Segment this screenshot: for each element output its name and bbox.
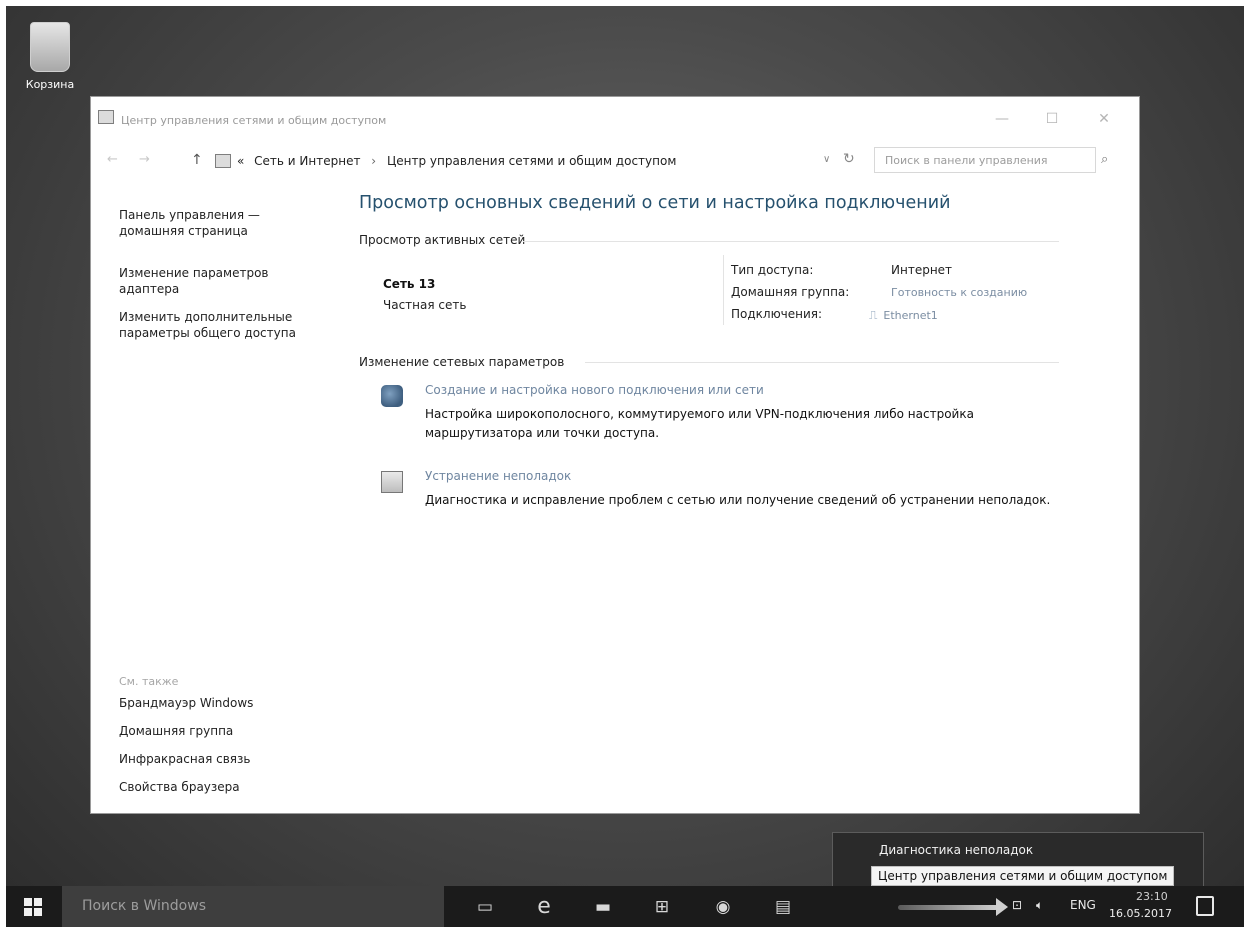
- network-divider: [723, 255, 724, 325]
- sidebar-link-adapter[interactable]: Изменение параметров адаптера: [119, 265, 269, 297]
- forward-arrow-icon[interactable]: →: [139, 152, 150, 167]
- homegroup-link[interactable]: Готовность к созданию: [891, 286, 1027, 299]
- breadcrumb-network-internet[interactable]: Сеть и Интернет: [254, 154, 360, 168]
- recycle-bin-icon: [30, 22, 70, 72]
- see-also-firewall[interactable]: Брандмауэр Windows: [119, 695, 253, 711]
- breadcrumb-separator: ›: [371, 154, 377, 168]
- access-type-label: Тип доступа:: [731, 263, 814, 277]
- sidebar-link-sharing-line1: Изменить дополнительные: [119, 310, 293, 324]
- breadcrumb-overflow[interactable]: «: [237, 154, 244, 168]
- new-connection-description: Настройка широкополосного, коммутируемог…: [425, 407, 974, 440]
- network-tray-icon[interactable]: ⊡: [1012, 898, 1022, 912]
- menu-item-diagnose[interactable]: Диагностика неполадок: [879, 843, 1033, 857]
- section-divider: [523, 241, 1059, 242]
- breadcrumb: « Сеть и Интернет › Центр управления сет…: [237, 154, 676, 168]
- language-indicator[interactable]: ENG: [1070, 898, 1096, 912]
- refresh-icon[interactable]: ↻: [843, 151, 855, 167]
- taskbar: Поиск в Windows ▭ e ▬ ⊞ ◉ ▤ ⊡ 🔈︎ ENG 23:…: [6, 886, 1244, 927]
- see-also-infrared[interactable]: Инфракрасная связь: [119, 751, 250, 767]
- back-arrow-icon[interactable]: ←: [107, 152, 118, 167]
- recycle-bin-label: Корзина: [25, 78, 75, 91]
- window-title: Центр управления сетями и общим доступом: [121, 114, 387, 127]
- see-also-browser-properties[interactable]: Свойства браузера: [119, 779, 240, 795]
- change-settings-header: Изменение сетевых параметров: [359, 355, 565, 369]
- network-setup-icon: [381, 385, 403, 407]
- control-panel-window: Центр управления сетями и общим доступом…: [90, 96, 1140, 814]
- close-button[interactable]: ✕: [1089, 109, 1119, 129]
- taskbar-search-placeholder: Поиск в Windows: [82, 898, 206, 914]
- task-view-icon[interactable]: ▭: [474, 896, 496, 918]
- store-icon[interactable]: ⊞: [651, 896, 673, 918]
- address-dropdown-icon[interactable]: ∨: [823, 154, 830, 165]
- network-name: Сеть 13: [383, 277, 436, 291]
- control-panel-icon: [215, 154, 231, 168]
- sidebar-link-sharing-line2: параметры общего доступа: [119, 326, 296, 340]
- homegroup-label: Домашняя группа:: [731, 285, 850, 299]
- file-explorer-icon[interactable]: ▬: [592, 896, 614, 918]
- chrome-icon[interactable]: ◉: [712, 896, 734, 918]
- taskbar-search-input[interactable]: Поиск в Windows: [62, 886, 444, 927]
- desktop: Корзина Центр управления сетями и общим …: [6, 6, 1244, 927]
- see-also-header: См. также: [119, 675, 179, 688]
- active-networks-header: Просмотр активных сетей: [359, 233, 526, 247]
- app-window-icon[interactable]: ▤: [772, 896, 794, 918]
- clock-date[interactable]: 16.05.2017: [1109, 907, 1172, 920]
- see-also-homegroup[interactable]: Домашняя группа: [119, 723, 233, 739]
- troubleshoot-icon: [381, 471, 403, 493]
- search-icon[interactable]: ⌕: [1101, 152, 1108, 167]
- notifications-icon[interactable]: [1196, 896, 1214, 916]
- ethernet-icon: ⎍: [869, 308, 878, 322]
- title-bar[interactable]: Центр управления сетями и общим доступом…: [91, 97, 1139, 141]
- network-context-menu: Диагностика неполадок Центр управления с…: [832, 832, 1204, 892]
- minimize-button[interactable]: —: [987, 109, 1017, 129]
- page-title: Просмотр основных сведений о сети и наст…: [359, 193, 951, 213]
- address-bar: ← → ↑ « Сеть и Интернет › Центр управлен…: [91, 147, 1139, 177]
- ethernet-connection-link[interactable]: ⎍ Ethernet1: [869, 308, 938, 323]
- sidebar-link-home-line2: домашняя страница: [119, 224, 248, 238]
- access-type-value: Интернет: [891, 263, 953, 277]
- network-center-icon: [98, 110, 114, 124]
- connections-label: Подключения:: [731, 307, 823, 321]
- new-connection-link[interactable]: Создание и настройка нового подключения …: [425, 383, 764, 397]
- pointer-arrow: [898, 905, 998, 910]
- section-divider: [585, 362, 1059, 363]
- network-type: Частная сеть: [383, 298, 467, 312]
- sidebar-link-sharing[interactable]: Изменить дополнительные параметры общего…: [119, 309, 296, 341]
- clock-time[interactable]: 23:10: [1136, 890, 1168, 903]
- sidebar-link-adapter-line1: Изменение параметров: [119, 266, 269, 280]
- maximize-button[interactable]: ☐: [1037, 109, 1067, 129]
- troubleshoot-link[interactable]: Устранение неполадок: [425, 469, 571, 483]
- edge-browser-icon[interactable]: e: [533, 896, 555, 918]
- menu-item-network-center[interactable]: Центр управления сетями и общим доступом: [871, 866, 1175, 886]
- troubleshoot-description: Диагностика и исправление проблем с сеть…: [425, 493, 1051, 507]
- sidebar-link-adapter-line2: адаптера: [119, 282, 180, 296]
- volume-icon[interactable]: 🔈︎: [1036, 898, 1043, 913]
- desktop-icon-recycle-bin[interactable]: Корзина: [20, 22, 80, 91]
- search-placeholder: Поиск в панели управления: [885, 154, 1048, 167]
- sidebar-link-home[interactable]: Панель управления — домашняя страница: [119, 207, 260, 239]
- up-arrow-icon[interactable]: ↑: [191, 152, 203, 168]
- pointer-arrow-head: [996, 898, 1008, 916]
- search-input[interactable]: Поиск в панели управления: [874, 147, 1096, 173]
- sidebar-link-home-line1: Панель управления —: [119, 208, 260, 222]
- windows-start-icon[interactable]: [24, 898, 42, 916]
- ethernet-connection-label: Ethernet1: [883, 309, 938, 322]
- breadcrumb-network-center[interactable]: Центр управления сетями и общим доступом: [387, 154, 676, 168]
